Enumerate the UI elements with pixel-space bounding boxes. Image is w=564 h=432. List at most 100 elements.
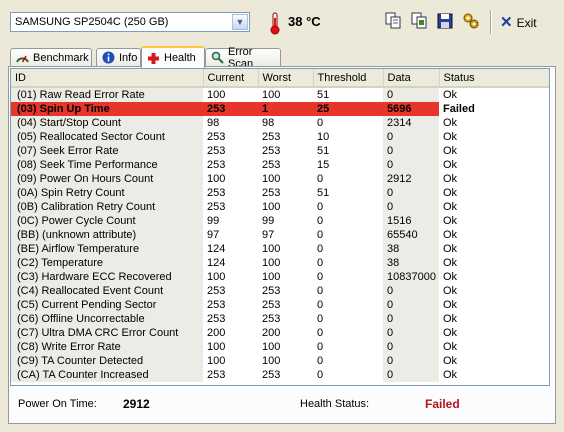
cell-data: 0 (383, 312, 439, 326)
cell-current: 253 (207, 187, 226, 199)
cell-worst: 100 (262, 257, 281, 269)
cell-worst: 98 (262, 117, 275, 129)
table-row[interactable]: (09) Power On Hours Count 100 100 0 2912 Ok (11, 172, 549, 186)
table-row[interactable]: (C3) Hardware ECC Recovered 100 100 0 108370… (11, 270, 549, 284)
table-row[interactable]: (C5) Current Pending Sector 253 253 0 0 Ok (11, 298, 549, 312)
column-header-worst[interactable]: Worst (258, 69, 314, 88)
table-row[interactable]: (01) Raw Read Error Rate 100 100 51 0 Ok (11, 87, 549, 102)
table-row[interactable]: (05) Reallocated Sector Count 253 253 10 0 Ok (11, 130, 549, 144)
cell-worst: 253 (262, 159, 281, 171)
benchmark-icon (16, 51, 29, 64)
power-on-time-value: 2912 (123, 397, 150, 411)
column-header-id[interactable]: ID (11, 69, 204, 88)
tab-benchmark[interactable]: Benchmark (10, 48, 92, 66)
cell-data: 65540 (383, 228, 439, 242)
cell-threshold: 0 (317, 229, 324, 241)
copy-all-button[interactable] (408, 10, 430, 32)
cell-worst: 253 (262, 313, 281, 325)
column-header-threshold[interactable]: Threshold (313, 69, 384, 88)
floppy-disk-icon (437, 13, 453, 29)
cell-data: 0 (383, 186, 439, 200)
cell-worst: 100 (262, 89, 281, 101)
cell-current: 100 (207, 89, 226, 101)
cell-threshold: 0 (317, 369, 324, 381)
table-row[interactable]: (C7) Ultra DMA CRC Error Count 200 200 0 0 Ok (11, 326, 549, 340)
cell-id: (C6) Offline Uncorrectable (11, 312, 203, 326)
table-row[interactable]: (0B) Calibration Retry Count 253 100 0 0 Ok (11, 200, 549, 214)
smart-table: ID Current Worst Threshold Data Status (… (11, 69, 549, 382)
cell-status: Ok (443, 299, 458, 311)
table-row[interactable]: (C9) TA Counter Detected 100 100 0 0 Ok (11, 354, 549, 368)
cell-data: 0 (383, 158, 439, 172)
table-row[interactable]: (C6) Offline Uncorrectable 253 253 0 0 Ok (11, 312, 549, 326)
cell-current: 200 (207, 327, 226, 339)
table-header: ID Current Worst Threshold Data Status (11, 69, 549, 88)
cell-current: 100 (207, 355, 226, 367)
cell-data: 2314 (383, 116, 439, 130)
cell-status: Ok (443, 89, 458, 101)
drive-select[interactable]: SAMSUNG SP2504C (250 GB) ▼ (10, 12, 250, 32)
tab-info[interactable]: Info (96, 48, 141, 66)
smart-attributes-list[interactable]: ID Current Worst Threshold Data Status (… (10, 68, 550, 386)
cell-worst: 253 (262, 285, 281, 297)
chevron-down-icon[interactable]: ▼ (232, 14, 248, 30)
tab-benchmark-label: Benchmark (33, 51, 89, 64)
cell-current: 98 (207, 117, 220, 129)
table-row[interactable]: (08) Seek Time Performance 253 253 15 0 Ok (11, 158, 549, 172)
exit-button[interactable]: ✕ Exit (500, 14, 537, 32)
health-status-label: Health Status: (300, 398, 370, 410)
cell-data: 0 (383, 284, 439, 298)
cell-worst: 97 (262, 229, 275, 241)
cell-id: (C7) Ultra DMA CRC Error Count (11, 326, 203, 340)
table-row[interactable]: (0C) Power Cycle Count 99 99 0 1516 Ok (11, 214, 549, 228)
cell-worst: 100 (262, 355, 281, 367)
table-row[interactable]: (03) Spin Up Time 253 1 25 5696 Failed (11, 102, 549, 116)
tab-error-scan[interactable]: Error Scan (205, 46, 281, 70)
options-button[interactable] (460, 10, 482, 32)
info-icon (102, 51, 115, 64)
cell-data: 0 (383, 340, 439, 354)
cell-id: (C9) TA Counter Detected (11, 354, 203, 368)
table-row[interactable]: (CA) TA Counter Increased 253 253 0 0 Ok (11, 368, 549, 382)
cell-worst: 253 (262, 187, 281, 199)
table-row[interactable]: (BE) Airflow Temperature 124 100 0 38 Ok (11, 242, 549, 256)
table-row[interactable]: (0A) Spin Retry Count 253 253 51 0 Ok (11, 186, 549, 200)
table-row[interactable]: (C4) Reallocated Event Count 253 253 0 0 Ok (11, 284, 549, 298)
cell-status: Failed (439, 102, 549, 116)
cell-id: (07) Seek Error Rate (11, 144, 203, 158)
cell-current: 99 (207, 215, 220, 227)
column-header-data[interactable]: Data (383, 69, 440, 88)
health-cross-icon (147, 52, 160, 65)
cell-data: 5696 (383, 102, 439, 116)
tab-info-label: Info (119, 51, 138, 64)
table-row[interactable]: (07) Seek Error Rate 253 253 51 0 Ok (11, 144, 549, 158)
table-row[interactable]: (C8) Write Error Rate 100 100 0 0 Ok (11, 340, 549, 354)
cell-current: 100 (207, 341, 226, 353)
column-header-current[interactable]: Current (203, 69, 259, 88)
thermometer-icon (270, 12, 280, 35)
cell-status: Ok (443, 145, 458, 157)
tab-health[interactable]: Health (141, 46, 205, 68)
cell-data: 0 (383, 200, 439, 214)
cell-worst: 100 (262, 173, 281, 185)
cell-data: 0 (383, 368, 439, 382)
table-row[interactable]: (C2) Temperature 124 100 0 38 Ok (11, 256, 549, 270)
save-button[interactable] (434, 10, 456, 32)
status-bar: Power On Time: 2912 Health Status: Faile… (8, 388, 556, 424)
cell-status: Ok (443, 159, 458, 171)
cell-id: (C5) Current Pending Sector (11, 298, 203, 312)
cell-id: (08) Seek Time Performance (11, 158, 203, 172)
copy-button[interactable] (382, 10, 404, 32)
cell-status: Ok (443, 131, 458, 143)
close-icon: ✕ (500, 14, 513, 31)
cell-current: 253 (207, 313, 226, 325)
cell-id: (BB) (unknown attribute) (11, 228, 203, 242)
column-header-status[interactable]: Status (439, 69, 549, 88)
cell-current: 253 (207, 131, 226, 143)
cell-status: Ok (443, 173, 458, 185)
table-row[interactable]: (04) Start/Stop Count 98 98 0 2314 Ok (11, 116, 549, 130)
tab-health-label: Health (164, 52, 196, 64)
cell-status: Ok (443, 187, 458, 199)
cell-current: 253 (207, 145, 226, 157)
table-row[interactable]: (BB) (unknown attribute) 97 97 0 65540 Ok (11, 228, 549, 242)
